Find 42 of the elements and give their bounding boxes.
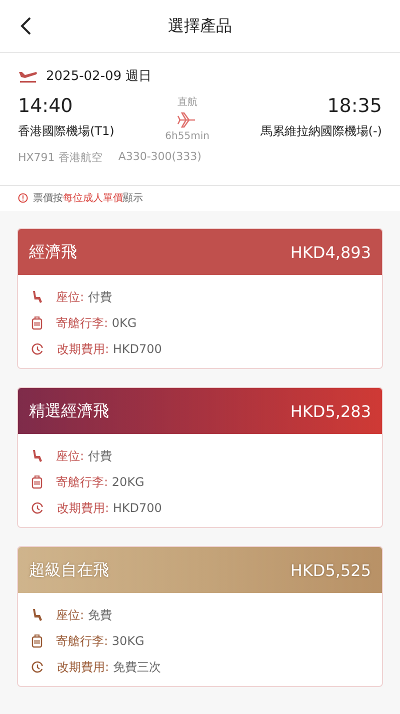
fare-card[interactable]: 精選經濟飛 HKD5,283 座位: 付費 寄艙行李: 20KG 改期費用: HKD700 [17, 387, 383, 528]
luggage-icon [31, 475, 43, 489]
info-icon [18, 193, 28, 203]
fare-price: HKD4,893 [290, 242, 371, 262]
fare-card[interactable]: 超級自在飛 HKD5,525 座位: 免費 寄艙行李: 30KG 改期費用: 免費三次 [17, 546, 383, 687]
departure-icon [18, 69, 38, 83]
plane-icon [177, 111, 198, 129]
fare-price: HKD5,525 [290, 560, 371, 580]
fare-name: 經濟飛 [29, 242, 77, 262]
aircraft-type: A330-300(333) [118, 150, 202, 165]
stop-type: 直航 [177, 96, 198, 109]
fare-name: 精選經濟飛 [29, 400, 109, 422]
departure-airport: 香港國際機場(T1) [18, 123, 114, 140]
flight-date: 2025-02-09 週日 [46, 68, 152, 85]
fare-card[interactable]: 經濟飛 HKD4,893 座位: 付費 寄艙行李: 0KG 改期費用: HKD700 [17, 228, 383, 369]
feature-text: 改期費用: HKD700 [57, 340, 162, 358]
feature-text: 改期費用: 免費三次 [57, 658, 161, 676]
clock-icon [31, 342, 44, 356]
feature-text: 寄艙行李: 20KG [56, 474, 144, 490]
seat-icon [31, 608, 43, 622]
feature-text: 座位: 免費 [56, 606, 112, 624]
page-title: 選擇產品 [168, 16, 232, 36]
departure-time: 14:40 [18, 95, 74, 117]
flight-number: HX791 香港航空 [18, 150, 102, 165]
luggage-icon [31, 316, 43, 330]
feature-text: 改期費用: HKD700 [57, 500, 162, 516]
seat-icon [31, 290, 43, 304]
arrival-time: 18:35 [327, 95, 382, 117]
feature-text: 座位: 付費 [56, 288, 112, 306]
luggage-icon [31, 634, 43, 648]
feature-text: 座位: 付費 [56, 448, 112, 464]
back-icon[interactable] [20, 16, 32, 36]
fare-price: HKD5,283 [290, 402, 371, 420]
seat-icon [31, 449, 43, 463]
feature-text: 寄艙行李: 30KG [56, 632, 144, 650]
flight-duration: 6h55min [165, 131, 210, 142]
fare-name: 超級自在飛 [29, 560, 109, 580]
feature-text: 寄艙行李: 0KG [56, 314, 137, 332]
clock-icon [31, 502, 44, 514]
clock-icon [31, 660, 44, 674]
price-notice: 票價按每位成人單價顯示 [33, 192, 143, 205]
arrival-airport: 馬累維拉納國際機場(-) [260, 123, 382, 140]
